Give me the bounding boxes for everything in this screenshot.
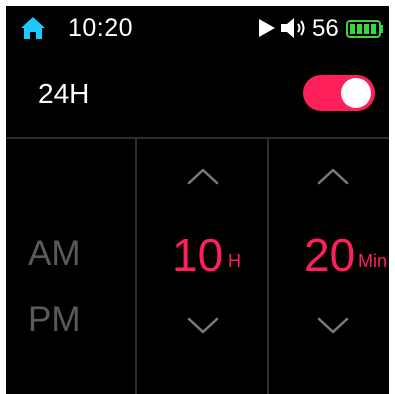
hour-down-chevron-icon[interactable]: [186, 316, 220, 336]
am-option[interactable]: AM: [28, 234, 81, 274]
battery-icon: [346, 20, 383, 38]
hour-up-chevron-icon[interactable]: [186, 166, 220, 186]
speaker-icon: [281, 18, 305, 38]
status-bar: 10:20 56: [6, 6, 389, 50]
24h-label: 24H: [38, 78, 90, 109]
volume-level: 56: [312, 15, 339, 42]
minute-down-chevron-icon[interactable]: [316, 316, 350, 336]
play-icon: [259, 19, 275, 37]
minute-unit-label: Min: [358, 251, 388, 271]
minute-value[interactable]: 20: [304, 228, 355, 282]
24h-toggle[interactable]: [303, 75, 375, 111]
minute-up-chevron-icon[interactable]: [316, 166, 350, 186]
hour-unit-label: H: [228, 251, 241, 271]
hour-value[interactable]: 10: [172, 228, 223, 282]
divider: [6, 137, 389, 139]
time-setting-screen: 10:20 56 24H AM PM 10 H 20 Min: [6, 6, 389, 394]
column-divider: [135, 139, 137, 394]
pm-option[interactable]: PM: [28, 300, 81, 340]
24h-setting-row: 24H: [6, 50, 389, 138]
status-time: 10:20: [68, 14, 134, 42]
toggle-knob: [341, 78, 371, 108]
home-icon: [21, 17, 45, 39]
column-divider: [267, 139, 269, 394]
